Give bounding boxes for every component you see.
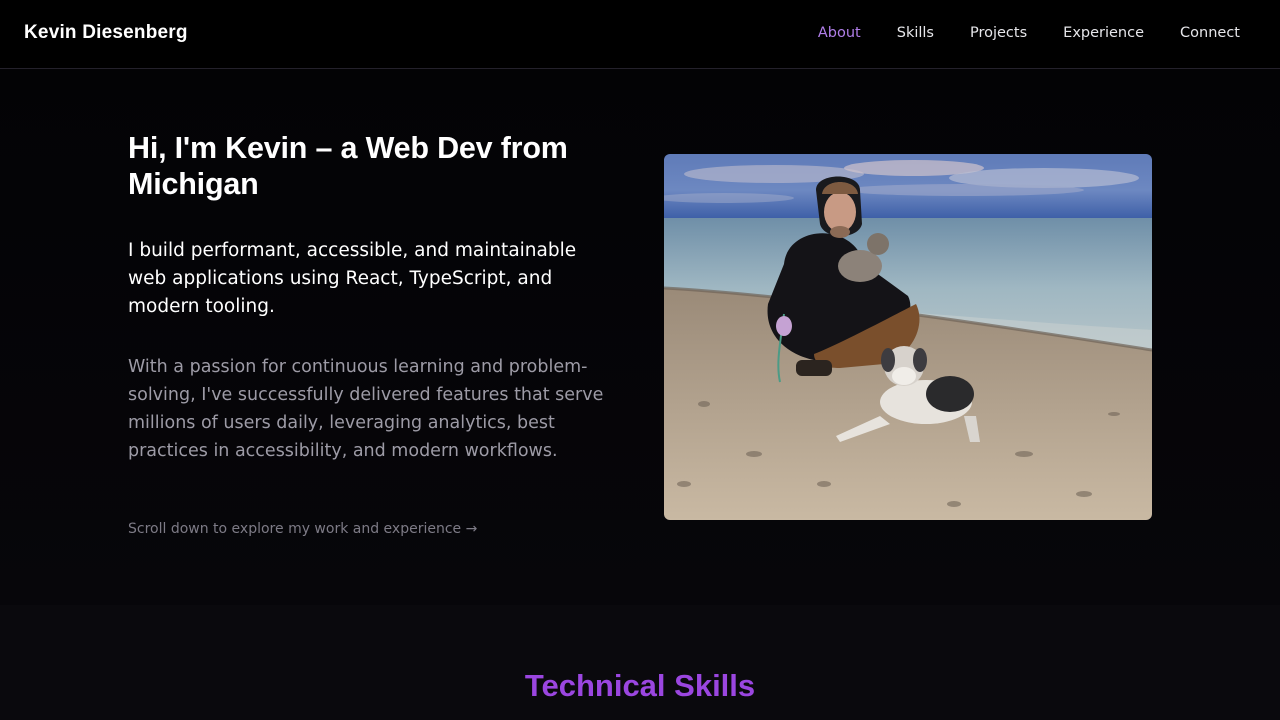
nav-link-skills[interactable]: Skills	[897, 25, 934, 41]
skills-section-title: Technical Skills	[524, 668, 756, 703]
hero-body-text: With a passion for continuous learning a…	[128, 357, 604, 461]
nav-link-about[interactable]: About	[818, 25, 861, 41]
nav-links: About Skills Projects Experience Connect	[818, 25, 1240, 41]
nav-link-connect[interactable]: Connect	[1180, 25, 1240, 41]
scroll-hint-link[interactable]: Scroll down to explore my work and exper…	[128, 521, 477, 537]
beach-photo-illustration	[664, 154, 1152, 520]
profile-photo	[664, 154, 1152, 520]
hero-title: Hi, I'm Kevin – a Web Dev from Michigan	[128, 131, 568, 201]
hero-lead-text: I build performant, accessible, and main…	[128, 240, 577, 317]
site-brand[interactable]: Kevin Diesenberg	[24, 22, 188, 44]
nav-link-projects[interactable]: Projects	[970, 25, 1027, 41]
top-navigation-bar: Kevin Diesenberg About Skills Projects E…	[0, 0, 1280, 69]
nav-link-experience[interactable]: Experience	[1063, 25, 1144, 41]
